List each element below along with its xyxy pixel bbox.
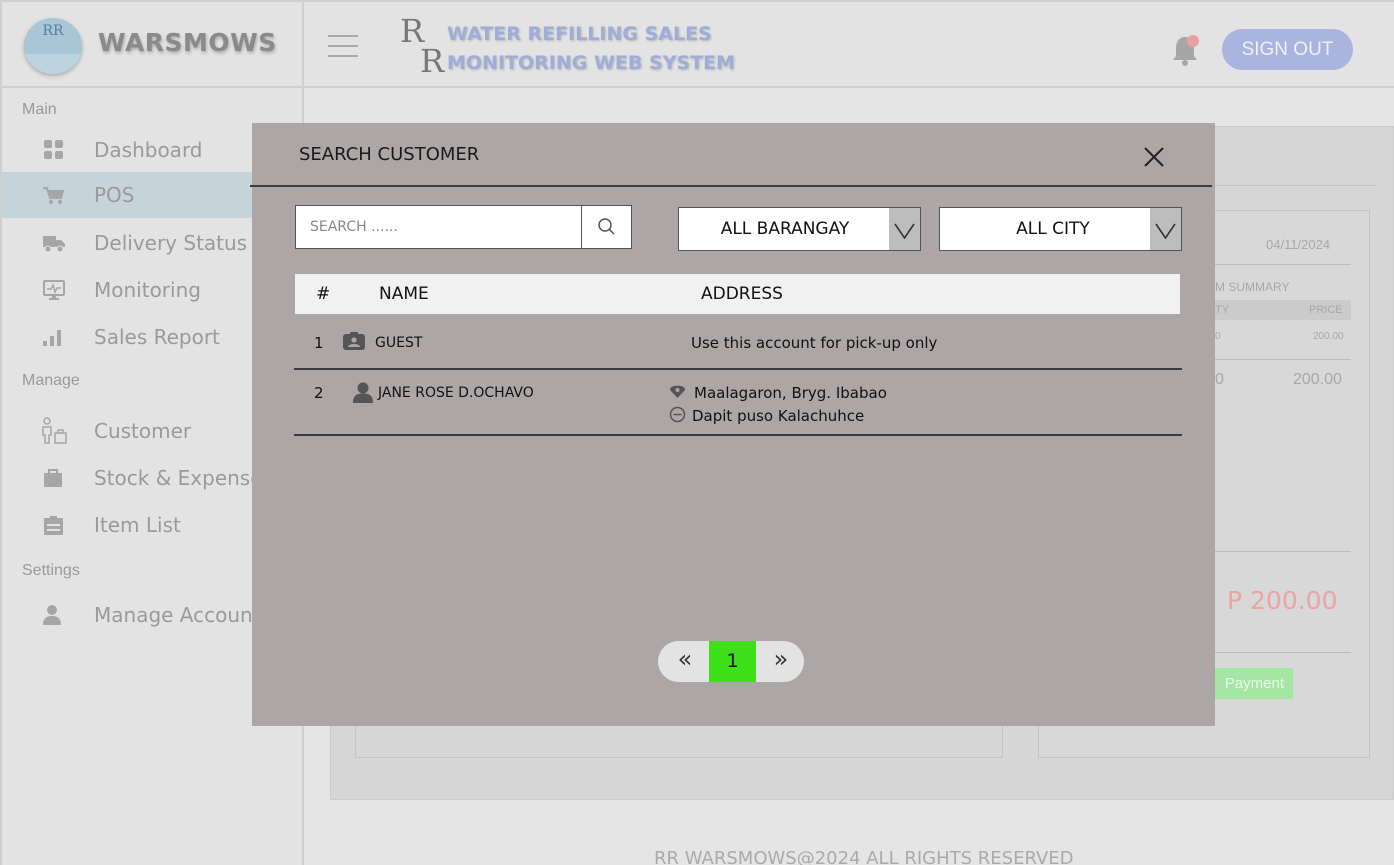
customer-address-line1: Maalagaron, Bryg. Ibabao (694, 384, 887, 402)
section-label-settings: Settings (22, 562, 80, 579)
sidebar-item-label: Monitoring (94, 278, 201, 302)
monogram-r2: R (420, 42, 445, 80)
row-number: 2 (314, 384, 324, 402)
column-header-num: # (316, 284, 331, 304)
table-row[interactable]: 2 JANE ROSE D.OCHAVO Maalagaron, Bryg. I… (295, 370, 1180, 434)
row-number: 1 (314, 334, 324, 352)
section-label-manage: Manage (22, 372, 80, 389)
briefcase-icon (44, 469, 62, 487)
search-button[interactable] (581, 206, 631, 248)
summary-divider (1215, 264, 1351, 265)
sidebar-item-label: Dashboard (94, 138, 203, 162)
brand-area: RR WARSMOWS (0, 2, 304, 88)
summary-divider (1215, 551, 1351, 552)
barangay-filter-value: ALL BARANGAY (720, 219, 850, 239)
logo-wave (24, 54, 82, 74)
summary-divider (1215, 652, 1351, 653)
customer-icon (42, 417, 67, 444)
modal-divider (250, 185, 1212, 187)
cart-icon (43, 187, 65, 204)
city-filter-value: ALL CITY (1016, 219, 1090, 239)
barangay-filter-select[interactable]: ALL BARANGAY (678, 207, 921, 251)
monitor-icon (43, 280, 65, 300)
summary-item-price: 200.00 (1313, 331, 1344, 342)
table-header: # NAME ADDRESS (295, 274, 1180, 314)
summary-col-price: PRICE (1309, 304, 1343, 316)
grid-icon (44, 140, 63, 159)
chevron-down-icon (1150, 208, 1181, 250)
page-1-button[interactable]: 1 (709, 641, 756, 682)
bar-chart-icon (43, 330, 61, 346)
id-badge-icon (343, 332, 365, 350)
customer-name: GUEST (375, 335, 423, 351)
summary-subtotal-price: 200.00 (1293, 371, 1342, 388)
search-input[interactable] (296, 206, 581, 248)
brand-name: WARSMOWS (98, 28, 277, 57)
next-page-button[interactable]: » (756, 641, 804, 682)
sidebar-item-label: Item List (94, 513, 181, 537)
system-title-line1: WATER REFILLING SALES (447, 23, 712, 45)
summary-subtotal-qty: 0 (1215, 371, 1224, 388)
logo-text: RR (42, 23, 64, 39)
column-header-name: NAME (379, 284, 429, 304)
close-icon[interactable] (1142, 145, 1166, 169)
sidebar-item-label: Customer (94, 419, 192, 443)
chevron-down-icon (889, 208, 920, 250)
clipboard-icon (44, 516, 63, 535)
search-customer-modal: SEARCH CUSTOMER ALL BARANGAY ALL CITY # … (250, 123, 1215, 726)
customer-address: Use this account for pick-up only (691, 334, 938, 352)
total-amount: P 200.00 (1227, 586, 1338, 615)
notification-dot (1187, 35, 1199, 47)
summary-col-qty: TY (1215, 304, 1230, 316)
search-icon (598, 218, 615, 235)
customer-name: JANE ROSE D.OCHAVO (378, 385, 534, 401)
order-date: 04/11/2024 (1266, 237, 1331, 252)
customer-address-line2: Dapit puso Kalachuhce (692, 407, 865, 425)
sign-out-button[interactable]: SIGN OUT (1222, 29, 1353, 70)
truck-icon (43, 236, 65, 253)
top-bar: RR WARSMOWS R R WATER REFILLING SALES MO… (0, 0, 1394, 88)
landmark-icon (669, 406, 686, 423)
panel-divider (1215, 185, 1377, 186)
user-icon (43, 605, 61, 625)
sidebar-item-label: Manage Account (94, 603, 261, 627)
person-icon (353, 382, 373, 403)
sidebar-item-label: Sales Report (94, 325, 220, 349)
city-filter-select[interactable]: ALL CITY (939, 207, 1182, 251)
row-divider (294, 434, 1182, 436)
system-title-line2: MONITORING WEB SYSTEM (447, 52, 735, 74)
hamburger-menu-icon[interactable] (328, 35, 358, 57)
search-box (295, 205, 632, 249)
sidebar-item-label: Stock & Expense (94, 466, 263, 490)
footer-copyright: RR WARSMOWS@2024 ALL RIGHTS RESERVED (654, 848, 1074, 865)
sidebar-item-label: Delivery Status (94, 231, 248, 255)
location-pin-icon (670, 385, 685, 398)
rr-monogram: R R (400, 15, 444, 77)
column-header-address: ADDRESS (701, 284, 783, 304)
summary-label: M SUMMARY (1215, 280, 1290, 294)
summary-divider (1215, 359, 1351, 360)
logo[interactable]: RR (24, 18, 82, 74)
summary-item-qty: 0 (1215, 331, 1221, 342)
system-title: WATER REFILLING SALES MONITORING WEB SYS… (447, 20, 735, 78)
previous-page-button[interactable]: « (660, 641, 710, 682)
modal-title: SEARCH CUSTOMER (299, 144, 480, 165)
table-row[interactable]: 1 GUEST Use this account for pick-up onl… (295, 316, 1180, 369)
section-label-main: Main (22, 101, 57, 118)
sidebar-item-label: POS (94, 183, 135, 207)
pagination: « 1 » (658, 641, 804, 682)
